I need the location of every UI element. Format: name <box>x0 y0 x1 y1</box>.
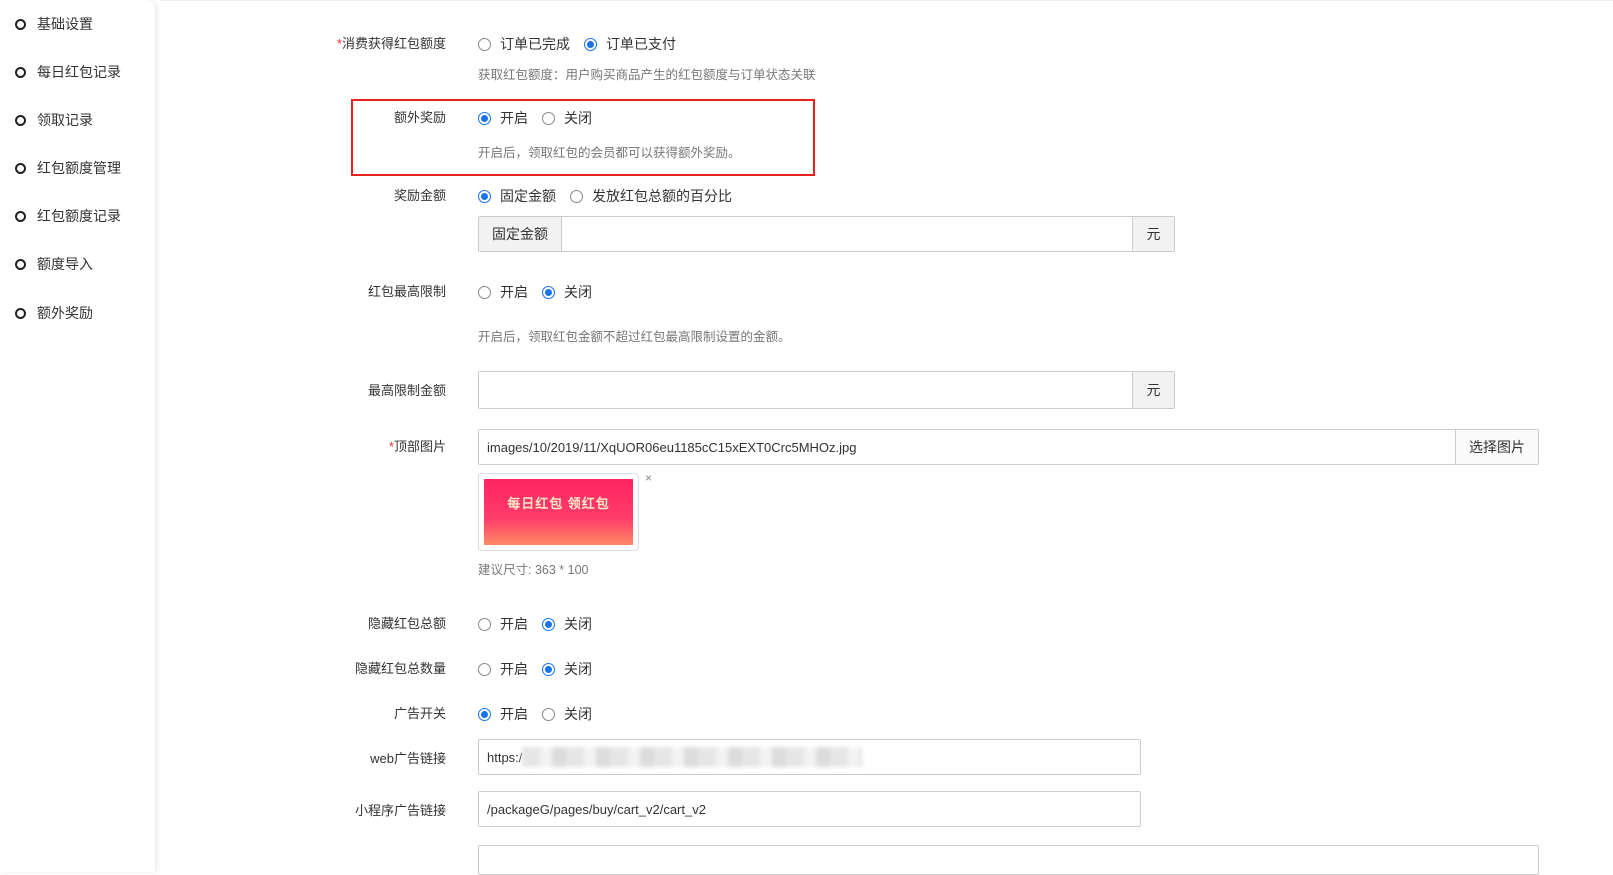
radio-order-paid[interactable]: 订单已支付 <box>584 34 676 54</box>
circle-icon <box>15 258 26 270</box>
top-image-label: *顶部图片 <box>388 439 446 454</box>
sidebar-item-claim-records[interactable]: 领取记录 <box>15 110 93 130</box>
radio-hide-count-on[interactable]: 开启 <box>478 659 528 679</box>
sidebar-item-label: 红包额度记录 <box>37 208 121 224</box>
sidebar-item-label: 额度导入 <box>37 256 93 272</box>
radio-extra-off[interactable]: 关闭 <box>542 108 592 128</box>
choose-image-button[interactable]: 选择图片 <box>1455 430 1538 464</box>
circle-icon <box>15 66 26 78</box>
radio-max-limit-off[interactable]: 关闭 <box>542 282 592 302</box>
next-input[interactable] <box>478 845 1539 875</box>
circle-icon <box>15 162 26 174</box>
radio-max-limit-on[interactable]: 开启 <box>478 282 528 302</box>
sidebar-item-label: 基础设置 <box>37 16 93 32</box>
web-ad-link-input[interactable]: https:/ <box>478 739 1141 775</box>
image-size-help: 建议尺寸: 363 * 100 <box>478 563 589 577</box>
miniapp-ad-link-group <box>478 791 1141 827</box>
circle-icon <box>15 18 26 30</box>
max-limit-help: 开启后，领取红包金额不超过红包最高限制设置的金额。 <box>478 330 791 344</box>
radio-ad-off[interactable]: 关闭 <box>542 704 592 724</box>
radio-ad-on[interactable]: 开启 <box>478 704 528 724</box>
sidebar-item-extra-reward[interactable]: 额外奖励 <box>15 303 93 323</box>
fixed-amount-prefix: 固定金额 <box>479 217 562 251</box>
radio-fixed-amount[interactable]: 固定金额 <box>478 186 556 206</box>
extra-reward-radio-group: 开启 关闭 <box>478 108 606 128</box>
hide-count-radio-group: 开启 关闭 <box>478 659 606 679</box>
sidebar-item-quota-records[interactable]: 红包额度记录 <box>15 206 121 226</box>
fixed-amount-input-group: 固定金额 元 <box>478 216 1175 252</box>
sidebar-item-basic-settings[interactable]: 基础设置 <box>15 14 93 34</box>
sidebar-item-daily-records[interactable]: 每日红包记录 <box>15 62 121 82</box>
radio-extra-on[interactable]: 开启 <box>478 108 528 128</box>
fixed-amount-input[interactable] <box>562 217 1132 251</box>
sidebar-item-label: 每日红包记录 <box>37 64 121 80</box>
extra-reward-help: 开启后，领取红包的会员都可以获得额外奖励。 <box>478 146 741 160</box>
extra-reward-label: 额外奖励 <box>393 110 446 125</box>
miniapp-ad-link-label: 小程序广告链接 <box>354 803 446 818</box>
max-amount-input-group: 元 <box>478 371 1175 409</box>
circle-icon <box>15 210 26 222</box>
sidebar-item-label: 领取记录 <box>37 112 93 128</box>
max-amount-label: 最高限制金额 <box>367 383 446 398</box>
radio-percentage[interactable]: 发放红包总额的百分比 <box>570 186 732 206</box>
sidebar-item-quota-management[interactable]: 红包额度管理 <box>15 158 121 178</box>
divider <box>160 0 1613 1</box>
yuan-suffix: 元 <box>1132 372 1174 408</box>
radio-hide-total-on[interactable]: 开启 <box>478 614 528 634</box>
top-image-path-input[interactable] <box>479 430 1455 464</box>
hide-total-radio-group: 开启 关闭 <box>478 614 606 634</box>
max-amount-input[interactable] <box>479 372 1132 408</box>
top-image-thumbnail: 每日红包 领红包 <box>478 473 639 551</box>
max-limit-label: 红包最高限制 <box>367 284 446 299</box>
consume-radio-group: 订单已完成 订单已支付 <box>478 34 690 54</box>
ad-switch-radio-group: 开启 关闭 <box>478 704 606 724</box>
max-limit-radio-group: 开启 关闭 <box>478 282 606 302</box>
sidebar: 基础设置 每日红包记录 领取记录 红包额度管理 红包额度记录 额度导入 额外奖励 <box>0 0 155 872</box>
consume-label: *消费获得红包额度 <box>336 36 446 51</box>
reward-amount-label: 奖励金额 <box>393 188 446 203</box>
ad-switch-label: 广告开关 <box>393 706 446 721</box>
miniapp-ad-link-input[interactable] <box>479 792 1140 826</box>
hide-total-label: 隐藏红包总额 <box>367 616 446 631</box>
sidebar-item-label: 红包额度管理 <box>37 160 121 176</box>
radio-order-completed[interactable]: 订单已完成 <box>478 34 570 54</box>
yuan-suffix: 元 <box>1132 217 1174 251</box>
hide-count-label: 隐藏红包总数量 <box>354 661 446 676</box>
reward-amount-radio-group: 固定金额 发放红包总额的百分比 <box>478 186 746 206</box>
redacted-text <box>522 747 863 767</box>
web-ad-link-label: web广告链接 <box>370 751 446 766</box>
web-ad-link-value: https:/ <box>487 749 523 765</box>
circle-icon <box>15 307 26 319</box>
top-image-input-group: 选择图片 <box>478 429 1539 465</box>
remove-image-icon[interactable]: × <box>645 471 652 485</box>
sidebar-item-label: 额外奖励 <box>37 305 93 321</box>
radio-hide-count-off[interactable]: 关闭 <box>542 659 592 679</box>
radio-hide-total-off[interactable]: 关闭 <box>542 614 592 634</box>
banner-image: 每日红包 领红包 <box>484 479 633 545</box>
consume-help: 获取红包额度：用户购买商品产生的红包额度与订单状态关联 <box>478 68 816 82</box>
sidebar-item-quota-import[interactable]: 额度导入 <box>15 254 93 274</box>
circle-icon <box>15 114 26 126</box>
